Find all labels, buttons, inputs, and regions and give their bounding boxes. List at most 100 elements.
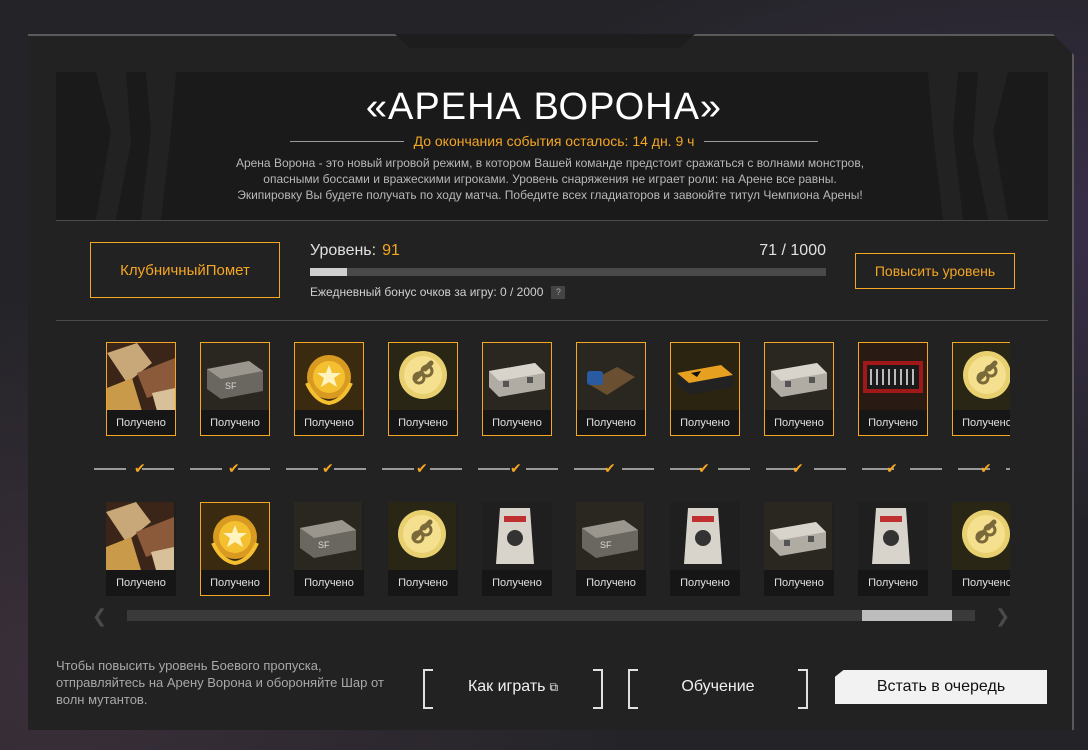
ration-bag-icon: [858, 502, 928, 570]
crate-icon: SF: [294, 502, 364, 570]
reward-status: Получено: [388, 410, 458, 436]
reward-card[interactable]: SF2Получено: [576, 502, 646, 596]
reward-status: Получено: [106, 570, 176, 596]
reward-card[interactable]: 3Получено: [858, 342, 928, 436]
how-to-play-label: Как играть: [467, 678, 546, 695]
level-up-button[interactable]: Повысить уровень: [855, 253, 1015, 289]
black-case-icon: [670, 342, 740, 410]
reward-card[interactable]: Получено: [106, 502, 176, 596]
reward-card[interactable]: 200Получено: [952, 502, 1010, 596]
reward-card[interactable]: 200Получено: [388, 502, 458, 596]
coin-icon: [388, 342, 458, 410]
scroll-right-arrow-icon[interactable]: ❯: [995, 606, 1010, 627]
reward-card[interactable]: 3Получено: [294, 342, 364, 436]
checkmark-icon: ✔: [510, 460, 522, 476]
svg-text:SF: SF: [225, 381, 237, 391]
reward-card[interactable]: Получено: [482, 342, 552, 436]
daily-bonus-text: Ежедневный бонус очков за игру: 0 / 2000: [310, 285, 544, 299]
reward-status: Получено: [764, 570, 834, 596]
svg-text:SF: SF: [318, 540, 330, 550]
level-label: Уровень:: [310, 242, 377, 259]
help-icon[interactable]: ?: [551, 286, 566, 300]
checkmark-icon: ✔: [980, 460, 992, 476]
coin-icon: [952, 502, 1010, 570]
checkmark-icon: ✔: [228, 460, 240, 476]
player-name: КлубничныйПомет: [120, 261, 250, 279]
weapon-part-icon: [576, 342, 646, 410]
checkmark-icon: ✔: [604, 460, 616, 476]
divider-line: [704, 140, 819, 142]
reward-card[interactable]: Получено: [764, 342, 834, 436]
checkmark-icon: ✔: [792, 460, 804, 476]
reward-card[interactable]: 150Получено: [858, 502, 928, 596]
reward-status: Получено: [388, 570, 458, 596]
reward-card[interactable]: 200Получено: [952, 342, 1010, 436]
case-icon: [764, 502, 834, 570]
section-divider: [56, 220, 1048, 221]
reward-status: Получено: [952, 410, 1010, 436]
rewards-scrollbar[interactable]: [127, 610, 975, 621]
ration-bag-icon: [482, 502, 552, 570]
reward-status: Получено: [952, 570, 1010, 596]
scroll-left-arrow-icon[interactable]: ❮: [92, 606, 107, 627]
crate-icon: SF: [576, 502, 646, 570]
reward-status: Получено: [858, 410, 928, 436]
level-progress-bar: [310, 268, 826, 276]
reward-status: Получено: [106, 410, 176, 436]
reward-status: Получено: [576, 410, 646, 436]
battle-pass-hint: Чтобы повысить уровень Боевого пропуска,…: [56, 658, 384, 707]
reward-status: Получено: [200, 410, 270, 436]
level-value: 91: [382, 242, 400, 259]
reward-status: Получено: [858, 570, 928, 596]
section-divider: [56, 320, 1048, 321]
reward-status: Получено: [670, 570, 740, 596]
reward-status: Получено: [482, 410, 552, 436]
level-label-row: Уровень: 91: [310, 242, 400, 260]
case-icon: [764, 342, 834, 410]
crate-icon: SF: [200, 342, 270, 410]
reward-status: Получено: [200, 570, 270, 596]
countdown-row: До окончания события осталось: 14 дн. 9 …: [290, 132, 819, 150]
checkmark-icon: ✔: [698, 460, 710, 476]
reward-card[interactable]: Получено: [764, 502, 834, 596]
join-queue-button[interactable]: Встать в очередь: [835, 670, 1047, 704]
description-line: опасными боссами и вражескими игроками. …: [263, 172, 837, 186]
coin-icon: [388, 502, 458, 570]
star-badge-icon: [294, 342, 364, 410]
description-line: Арена Ворона - это новый игровой режим, …: [235, 156, 865, 170]
level-progress-fill: [310, 268, 347, 276]
camo-skin-icon: [106, 502, 176, 570]
tutorial-button[interactable]: Обучение: [628, 669, 808, 709]
player-name-box: КлубничныйПомет: [90, 242, 280, 298]
reward-card[interactable]: 2Получено: [106, 342, 176, 436]
description-line: Экипировку Вы будете получать по ходу ма…: [237, 188, 863, 202]
scrollbar-thumb[interactable]: [862, 610, 952, 621]
toolbox-icon: [858, 342, 928, 410]
reward-card[interactable]: 200Получено: [388, 342, 458, 436]
svg-text:SF: SF: [600, 540, 612, 550]
reward-card[interactable]: 1Получено: [200, 502, 270, 596]
reward-card[interactable]: 150Получено: [482, 502, 552, 596]
checkmark-icon: ✔: [134, 460, 146, 476]
reward-card[interactable]: SF3Получено: [200, 342, 270, 436]
how-to-play-button[interactable]: Как играть ⧉: [423, 669, 603, 709]
case-icon: [482, 342, 552, 410]
window-notch: [395, 34, 695, 48]
reward-card[interactable]: 150Получено: [670, 502, 740, 596]
reward-card[interactable]: SF2Получено: [294, 502, 364, 596]
camo-skin-icon: [106, 342, 176, 410]
reward-status: Получено: [764, 410, 834, 436]
ration-bag-icon: [670, 502, 740, 570]
event-countdown: До окончания события осталось: 14 дн. 9 …: [413, 133, 695, 149]
reward-card[interactable]: 5Получено: [576, 342, 646, 436]
external-link-icon: ⧉: [549, 679, 559, 694]
level-points: 71 / 1000: [759, 242, 826, 259]
reward-status: Получено: [294, 410, 364, 436]
reward-card[interactable]: 5Получено: [670, 342, 740, 436]
daily-bonus-row: Ежедневный бонус очков за игру: 0 / 2000…: [310, 285, 566, 300]
reward-status: Получено: [576, 570, 646, 596]
checkmark-icon: ✔: [886, 460, 898, 476]
checkmark-icon: ✔: [416, 460, 428, 476]
event-title: «АРЕНА ВОРОНА»: [365, 86, 723, 128]
star-badge-icon: [200, 502, 270, 570]
